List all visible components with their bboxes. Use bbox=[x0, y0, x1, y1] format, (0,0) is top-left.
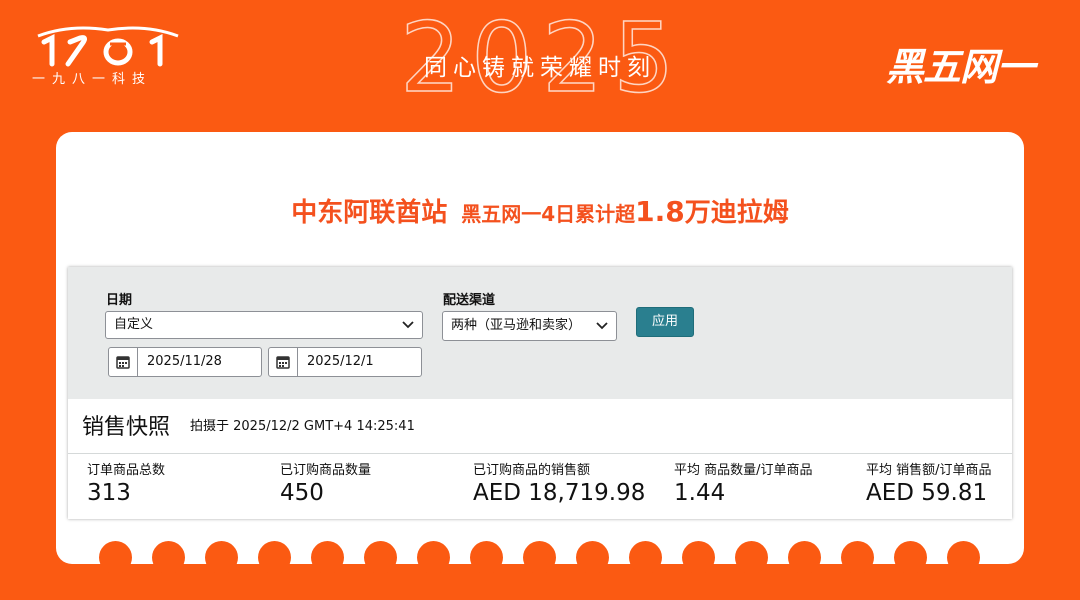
metric-value: 450 bbox=[280, 480, 324, 506]
logo-mark bbox=[37, 26, 179, 67]
ticket-scallop-edge bbox=[56, 541, 1024, 574]
channel-label: 配送渠道 bbox=[443, 293, 496, 308]
calendar-icon[interactable] bbox=[269, 348, 298, 376]
channel-value: 两种（亚马逊和卖家） bbox=[451, 318, 582, 333]
sales-snapshot-panel: 日期 自定义 2025/11/28 2025/12/1 配送渠道 两种（亚马逊和… bbox=[68, 267, 1012, 519]
logo-subtitle: 一九八一科技 bbox=[32, 72, 153, 87]
chevron-down-icon bbox=[596, 312, 608, 351]
scallop bbox=[311, 541, 344, 574]
metric-value: AED 18,719.98 bbox=[473, 480, 646, 506]
scallop bbox=[894, 541, 927, 574]
scallop bbox=[523, 541, 556, 574]
metric-label: 已订购商品数量 bbox=[280, 463, 372, 478]
metric-value: 1.44 bbox=[674, 480, 726, 506]
scallop bbox=[788, 541, 821, 574]
headline-event: 黑五网一4日累计超 bbox=[461, 202, 636, 226]
metric-avg-units-per-order-item: 平均 商品数量/订单商品 1.44 bbox=[674, 459, 813, 506]
event-badge: 黑五网一 bbox=[885, 45, 1035, 89]
scallop bbox=[629, 541, 662, 574]
scallop bbox=[417, 541, 450, 574]
end-date-field[interactable]: 2025/12/1 bbox=[268, 347, 422, 377]
end-date-value: 2025/12/1 bbox=[307, 354, 374, 369]
snapshot-timestamp: 拍摄于 2025/12/2 GMT+4 14:25:41 bbox=[190, 419, 415, 434]
date-range-value: 自定义 bbox=[114, 317, 154, 332]
scallop bbox=[947, 541, 980, 574]
headline: 中东阿联酋站 黑五网一4日累计超1.8万迪拉姆 bbox=[56, 192, 1024, 229]
brand-logo: 一九八一科技 bbox=[30, 24, 190, 87]
scallop bbox=[205, 541, 238, 574]
metric-label: 订单商品总数 bbox=[87, 463, 166, 478]
divider bbox=[68, 453, 1012, 454]
scallop bbox=[99, 541, 132, 574]
filter-bar: 日期 自定义 2025/11/28 2025/12/1 配送渠道 两种（亚马逊和… bbox=[68, 267, 1012, 399]
scallop bbox=[682, 541, 715, 574]
metric-label: 平均 销售额/订单商品 bbox=[866, 463, 992, 478]
scallop bbox=[576, 541, 609, 574]
content-card: 1981 中东阿联酋站黑五网一4日累计超1.8万迪拉姆 日期 自定义 2025/… bbox=[56, 132, 1024, 564]
scallop bbox=[735, 541, 768, 574]
chevron-down-icon bbox=[402, 312, 414, 348]
fulfillment-channel-select[interactable]: 两种（亚马逊和卖家） bbox=[442, 311, 617, 341]
snapshot-title: 销售快照 bbox=[82, 415, 171, 440]
headline-unit: 万迪拉姆 bbox=[684, 198, 789, 228]
metric-value: AED 59.81 bbox=[866, 480, 988, 506]
start-date-value: 2025/11/28 bbox=[147, 354, 222, 369]
calendar-icon[interactable] bbox=[109, 348, 138, 376]
metric-total-order-items: 订单商品总数 313 bbox=[87, 459, 165, 506]
metric-value: 313 bbox=[87, 480, 131, 506]
metric-label: 已订购商品的销售额 bbox=[473, 463, 591, 478]
start-date-field[interactable]: 2025/11/28 bbox=[108, 347, 262, 377]
scallop bbox=[152, 541, 185, 574]
scallop bbox=[364, 541, 397, 574]
headline-amount: 1.8 bbox=[635, 195, 685, 228]
headline-region: 中东阿联酋站 bbox=[291, 198, 448, 228]
date-label: 日期 bbox=[106, 293, 133, 308]
scallop bbox=[470, 541, 503, 574]
metric-ordered-product-sales: 已订购商品的销售额 AED 18,719.98 bbox=[473, 459, 645, 506]
metric-label: 平均 商品数量/订单商品 bbox=[674, 463, 813, 478]
scallop bbox=[841, 541, 874, 574]
metric-avg-sales-per-order-item: 平均 销售额/订单商品 AED 59.81 bbox=[866, 459, 992, 506]
date-range-select[interactable]: 自定义 bbox=[105, 311, 423, 339]
scallop bbox=[258, 541, 291, 574]
slogan: 同心铸就荣耀时刻 bbox=[424, 55, 656, 81]
metric-units-ordered: 已订购商品数量 450 bbox=[280, 459, 371, 506]
apply-button[interactable]: 应用 bbox=[636, 307, 694, 337]
